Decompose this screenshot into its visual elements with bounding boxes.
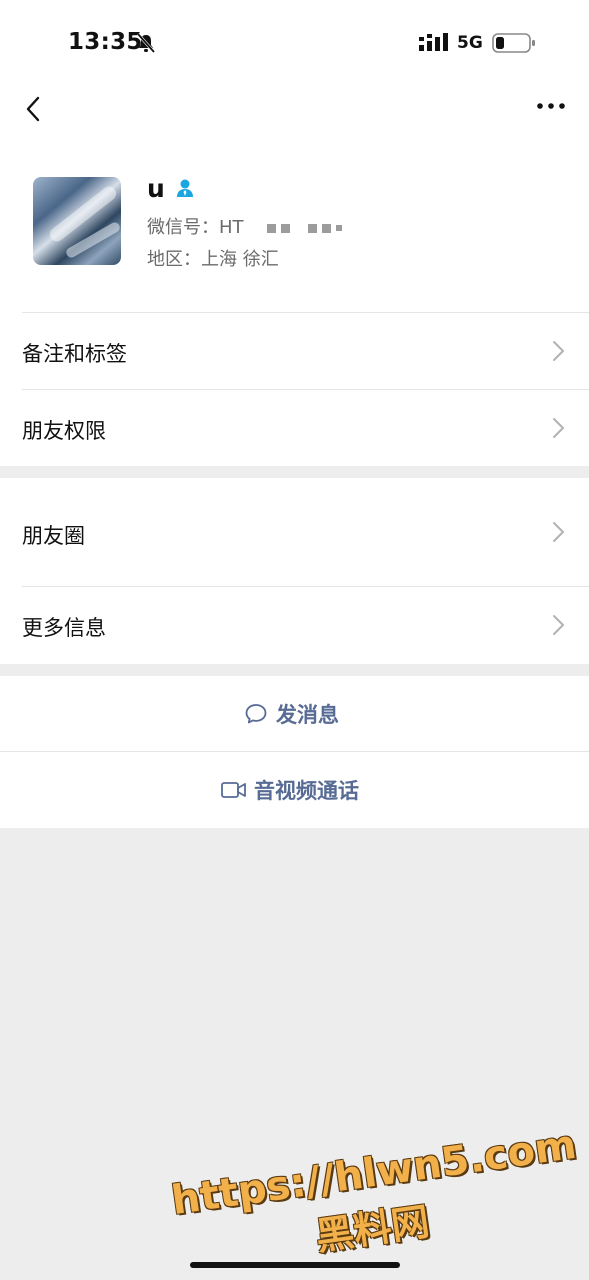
- wechat-id: 微信号：HT: [147, 213, 343, 239]
- battery-icon: [492, 33, 535, 53]
- av-call-button[interactable]: 音视频通话: [0, 752, 589, 828]
- row-remark-tags[interactable]: 备注和标签: [0, 312, 589, 389]
- row-more-info[interactable]: 更多信息: [0, 586, 589, 664]
- row-moments[interactable]: 朋友圈: [0, 478, 589, 586]
- status-bar: 13:35 5G: [0, 0, 589, 88]
- av-call-label: 音视频通话: [254, 779, 359, 803]
- row-remark-tags-label: 备注和标签: [22, 342, 127, 366]
- status-time: 13:35: [68, 29, 143, 55]
- row-friend-permissions-label: 朋友权限: [22, 419, 106, 443]
- contact-name: u: [147, 174, 165, 203]
- network-type: 5G: [457, 33, 483, 53]
- chevron-right-icon: [553, 522, 564, 542]
- chevron-right-icon: [553, 615, 564, 635]
- send-message-button[interactable]: 发消息: [0, 676, 589, 751]
- chevron-right-icon: [553, 341, 564, 361]
- chevron-right-icon: [553, 418, 564, 438]
- back-chevron-icon[interactable]: [20, 92, 50, 128]
- video-camera-icon: [221, 782, 246, 798]
- nav-bar: [0, 88, 589, 152]
- wechat-id-text: 微信号：HT: [147, 217, 244, 238]
- send-message-label: 发消息: [276, 702, 339, 727]
- bell-muted-icon: [137, 33, 155, 53]
- home-indicator[interactable]: [190, 1262, 400, 1268]
- more-options-icon[interactable]: [536, 98, 566, 118]
- avatar[interactable]: [33, 177, 121, 265]
- signal-icon: [419, 33, 448, 51]
- profile-card: u 微信号：HT 地区：上海 徐汇: [0, 152, 589, 312]
- chat-bubble-icon: [245, 703, 267, 723]
- row-moments-label: 朋友圈: [22, 524, 85, 548]
- row-friend-permissions[interactable]: 朋友权限: [0, 389, 589, 466]
- person-badge-icon: [177, 179, 193, 197]
- row-more-info-label: 更多信息: [22, 616, 106, 640]
- region: 地区：上海 徐汇: [147, 249, 279, 270]
